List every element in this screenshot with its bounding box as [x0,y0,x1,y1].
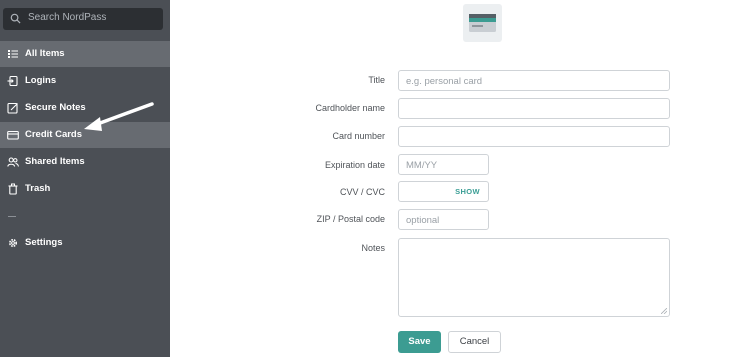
notes-textarea[interactable] [398,238,670,317]
card-number-field[interactable] [398,126,670,147]
sidebar-divider [8,216,16,217]
cvv-label: CVV / CVC [339,187,385,197]
sidebar-item-all-items[interactable]: All Items [0,41,170,67]
sidebar-item-label: Trash [25,183,51,194]
note-icon [7,102,18,114]
sidebar-item-label: All Items [25,48,65,59]
sidebar-item-label: Credit Cards [25,129,83,140]
show-cvv-button[interactable]: SHOW [455,187,480,196]
pointer-arrow-icon [84,102,154,131]
expiration-label: Expiration date [324,160,385,170]
login-icon [7,75,18,87]
users-icon [7,157,19,167]
expiration-field[interactable]: MM/YY [398,154,489,175]
search-placeholder: Search NordPass [28,12,107,23]
cardholder-label: Cardholder name [315,103,385,113]
list-icon [8,50,18,58]
zip-label: ZIP / Postal code [316,214,385,224]
credit-card-header-icon [463,4,502,42]
sidebar-item-label: Settings [25,237,63,248]
search-icon [10,13,21,24]
zip-placeholder: optional [406,215,440,226]
gear-icon [8,238,18,248]
resize-handle-icon[interactable] [661,308,667,314]
title-label: Title [368,75,385,85]
save-button[interactable]: Save [398,331,441,353]
cvv-field[interactable]: SHOW [398,181,489,202]
sidebar-item-trash[interactable]: Trash [0,176,170,202]
sidebar-item-label: Secure Notes [25,102,86,113]
expiration-placeholder: MM/YY [406,160,438,171]
cardholder-field[interactable] [398,98,670,119]
trash-icon [8,183,18,195]
sidebar-item-label: Logins [25,75,57,86]
sidebar-item-logins[interactable]: Logins [0,68,170,94]
zip-field[interactable]: optional [398,209,489,230]
notes-label: Notes [361,243,385,253]
sidebar: Search NordPass All Items Logins Secure … [0,0,170,357]
search-input[interactable]: Search NordPass [3,8,163,30]
credit-card-icon [7,130,19,140]
sidebar-item-settings[interactable]: Settings [0,230,170,256]
title-placeholder: e.g. personal card [406,76,483,87]
title-field[interactable]: e.g. personal card [398,70,670,91]
sidebar-item-label: Shared Items [25,156,85,167]
cancel-button[interactable]: Cancel [448,331,501,353]
card-number-label: Card number [332,131,385,141]
sidebar-item-shared-items[interactable]: Shared Items [0,149,170,175]
